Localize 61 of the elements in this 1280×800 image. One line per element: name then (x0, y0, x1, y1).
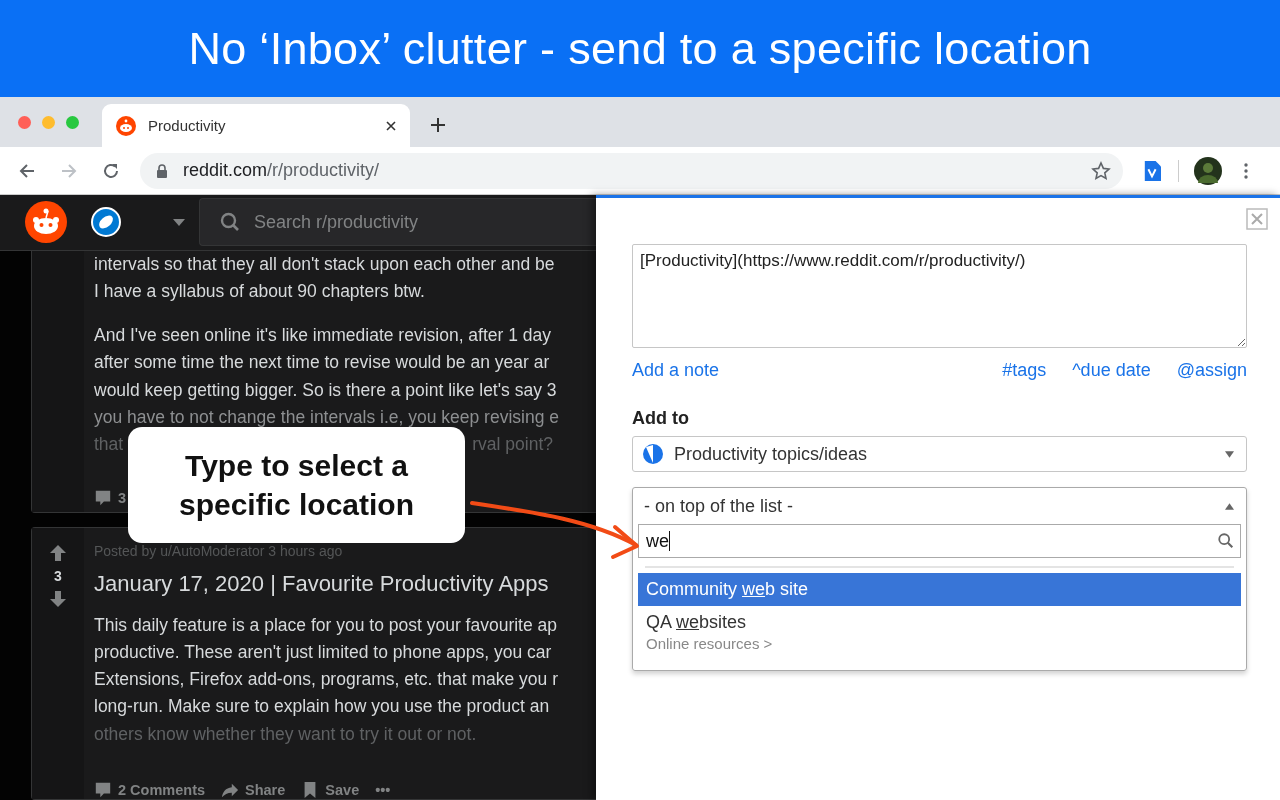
post-text: long-run. Make sure to explain how you use the product an (94, 695, 551, 719)
post-text: after some time the next time to revise would be an year ar (94, 351, 551, 375)
position-select[interactable]: - on top of the list - (638, 488, 1241, 524)
post-text: others know whether they want to try it out or not. (94, 722, 478, 746)
post-text: would keep getting bigger. So is there a point like let's say 3 (94, 378, 558, 402)
share-icon (221, 781, 240, 799)
location-option[interactable]: Community web site (638, 573, 1241, 606)
post-text: productive. These aren't just limited to phone apps, you car (94, 640, 553, 664)
list-logo-icon (642, 443, 664, 465)
downvote-icon[interactable] (49, 589, 67, 608)
post-text: you have to not change the intervals i.e, you keep revising e (94, 406, 559, 429)
post-text: that (94, 433, 124, 457)
caret-icon[interactable] (173, 218, 185, 226)
search-icon (220, 212, 240, 233)
comment-icon (94, 781, 112, 799)
post-text: Extensions, Firefox add-ons, programs, etc. that make you r (94, 668, 558, 692)
dropdown-arrow-icon (1225, 450, 1234, 458)
bookmark-star-icon[interactable] (1091, 160, 1111, 181)
reddit-logo-icon (116, 115, 136, 136)
comment-icon[interactable] (94, 488, 112, 507)
shortcut-link[interactable]: ^due date (1072, 360, 1151, 381)
search-field[interactable]: Search r/productivity (199, 198, 596, 247)
post-text: This daily feature is a place for you to post your favourite ap (94, 613, 558, 637)
reload-icon[interactable] (102, 161, 120, 180)
add-to-label: Add to (632, 408, 690, 429)
upvote-icon[interactable] (49, 543, 67, 562)
post-text: intervals so that they all don't stack upon each other and be (94, 252, 556, 276)
comments-link[interactable]: 2 Comments (118, 782, 206, 798)
community-icon[interactable] (91, 207, 121, 238)
close-icon[interactable] (385, 119, 397, 132)
more-options[interactable]: ••• (375, 782, 391, 798)
share-link[interactable]: Share (245, 782, 286, 798)
dropdown-arrow-icon (1225, 502, 1234, 510)
browser-tab[interactable]: Productivity (102, 104, 410, 147)
post-meta: Posted by u/AutoModerator 3 hours ago (94, 542, 344, 559)
post-text: rval point? (472, 433, 553, 457)
menu-icon[interactable] (1244, 162, 1248, 179)
callout-text: Type to select a specific location (177, 448, 416, 523)
search-input[interactable]: Search r/productivity (252, 210, 556, 234)
address-bar[interactable]: reddit.com/r/productivity/ (140, 152, 1123, 189)
note-field[interactable]: [Productivity](https://www.reddit.com/r/productivity/) (632, 244, 1247, 348)
shortcut-link[interactable]: @assign (1176, 360, 1247, 381)
vote-score: 3 (54, 567, 62, 584)
add-note-link[interactable]: Add a note (632, 360, 720, 381)
post-text: And I've seen online it's like immediate revision, after 1 day (94, 324, 553, 348)
location-option[interactable]: QA websites Online resources > (638, 606, 1241, 658)
reddit-logo-icon[interactable] (25, 201, 67, 244)
list-dropdown[interactable]: Productivity topics/ideas (632, 436, 1247, 472)
comment-count[interactable]: 3 (118, 489, 127, 506)
search-icon (1217, 532, 1235, 550)
location-search-field[interactable]: we (638, 524, 1241, 558)
save-link[interactable]: Save (325, 782, 360, 798)
shortcut-link[interactable]: #tags (1002, 360, 1047, 381)
post-text: I have a syllabus of about 90 chapters btw. (94, 279, 426, 303)
banner-headline: No ‘Inbox’ clutter - send to a specific location (188, 22, 1092, 75)
avatar-icon[interactable] (1194, 156, 1222, 185)
post-title[interactable]: January 17, 2020 | Favourite Productivity Apps (94, 570, 558, 597)
new-tab-icon[interactable] (430, 117, 446, 133)
extension-icon[interactable] (1143, 160, 1161, 181)
back-icon[interactable] (18, 161, 36, 180)
lock-icon (156, 163, 168, 178)
